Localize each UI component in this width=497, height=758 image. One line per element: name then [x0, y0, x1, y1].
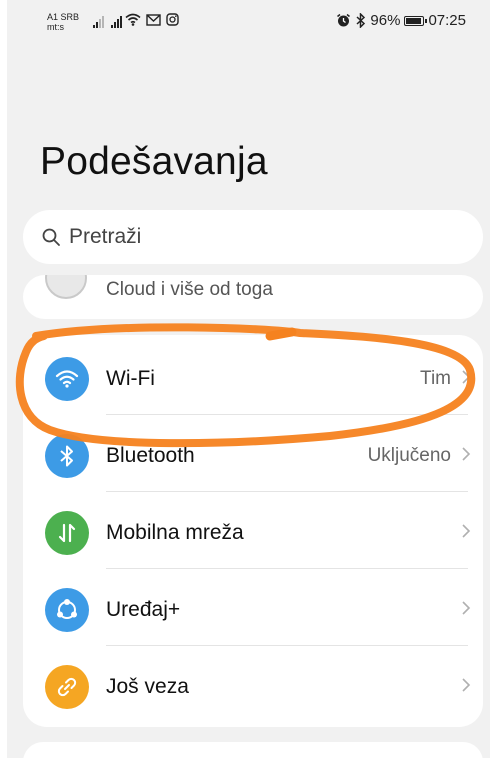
signal-icon [111, 16, 122, 28]
chevron-right-icon [462, 370, 471, 384]
bluetooth-label: Bluetooth [106, 444, 195, 467]
next-settings-card [23, 742, 483, 758]
search-input[interactable] [67, 224, 451, 250]
gmail-icon [146, 13, 161, 26]
settings-item-bluetooth[interactable]: Bluetooth Uključeno [23, 415, 483, 492]
search-bar[interactable] [23, 210, 483, 264]
bluetooth-icon [45, 434, 89, 478]
signal-icon [93, 16, 104, 28]
chevron-right-icon [462, 678, 471, 692]
instagram-icon [166, 13, 179, 26]
mobile-data-icon [45, 511, 89, 555]
wifi-label: Wi-Fi [106, 367, 155, 390]
mobile-network-label: Mobilna mreža [106, 521, 244, 544]
settings-screen: A1 SRB mt:s 96% 07:25 Podešavanja Pretra… [7, 0, 490, 758]
settings-item-wifi[interactable]: Wi-Fi Tim [23, 338, 483, 415]
cloud-item-label: Cloud i više od toga [106, 279, 273, 300]
link-icon [45, 665, 89, 709]
device-plus-icon [45, 588, 89, 632]
status-bar: A1 SRB mt:s 96% 07:25 [7, 0, 490, 40]
page-title: Podešavanja [40, 140, 268, 183]
device-plus-label: Uređaj+ [106, 598, 181, 621]
search-icon [42, 228, 60, 246]
carrier-label: A1 SRB mt:s [47, 12, 80, 32]
wifi-icon [45, 357, 89, 401]
cloud-icon [45, 275, 87, 299]
more-connections-label: Još veza [106, 675, 189, 698]
chevron-right-icon [462, 524, 471, 538]
cloud-item[interactable]: Cloud i više od toga [23, 275, 483, 319]
chevron-right-icon [462, 601, 471, 615]
battery-percent: 96% [370, 12, 401, 29]
bluetooth-icon [356, 13, 366, 28]
connections-card: Wi-Fi Tim Bluetooth Uključeno Mobilna mr… [23, 335, 483, 727]
wifi-icon [125, 13, 141, 26]
bluetooth-status-value: Uključeno [367, 445, 451, 466]
settings-item-mobile-network[interactable]: Mobilna mreža [23, 492, 483, 569]
chevron-right-icon [462, 447, 471, 461]
wifi-network-value: Tim [420, 368, 451, 389]
alarm-icon [337, 13, 351, 27]
settings-item-more-connections[interactable]: Još veza [23, 646, 483, 723]
clock: 07:25 [428, 12, 466, 29]
settings-item-device-plus[interactable]: Uređaj+ [23, 569, 483, 646]
battery-icon [404, 15, 428, 26]
